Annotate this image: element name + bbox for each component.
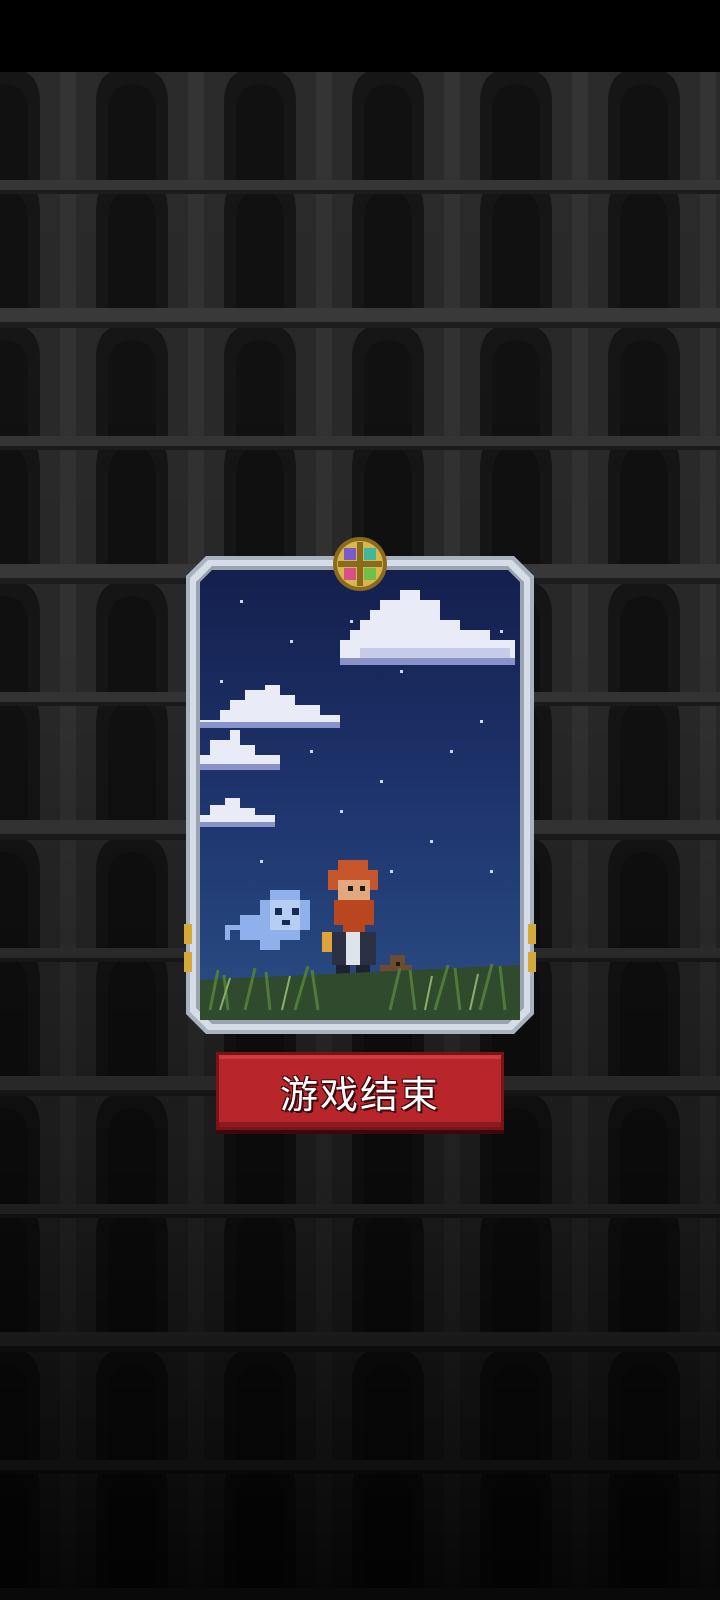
character-card xyxy=(184,537,536,1036)
game-over-button[interactable]: 游戏结束 xyxy=(216,1052,504,1130)
game-over-screen: 游戏结束 xyxy=(0,0,720,1600)
compass-medallion-icon xyxy=(333,537,387,591)
game-over-label: 游戏结束 xyxy=(279,1072,440,1117)
card-artwork xyxy=(200,570,520,1020)
status-bar-area xyxy=(0,0,720,72)
